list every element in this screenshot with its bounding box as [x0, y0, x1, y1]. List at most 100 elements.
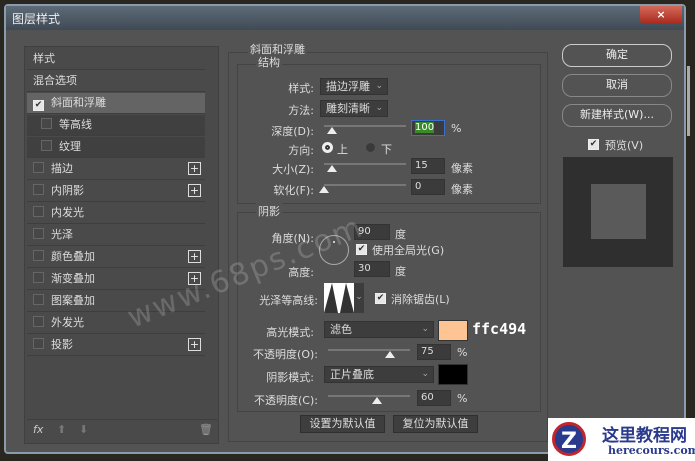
direction-up-label: 上 — [337, 143, 348, 156]
fx-button[interactable]: fx — [33, 423, 43, 436]
sidebar-item-label: 光泽 — [51, 228, 73, 241]
style-preview — [563, 157, 673, 267]
sidebar-item-label: 等高线 — [59, 118, 92, 131]
highlight-opacity-unit: % — [457, 346, 468, 359]
highlight-hex-annotation: ffc494 — [472, 320, 527, 338]
style-select[interactable]: 描边浮雕 ⌄ — [320, 78, 388, 95]
add-effect-icon[interactable]: + — [188, 184, 201, 197]
soften-slider-thumb[interactable] — [319, 186, 329, 193]
shadow-opacity-label: 不透明度(C): — [254, 394, 318, 407]
size-unit: 像素 — [451, 162, 473, 175]
logo-text-cn: 这里教程网 — [602, 426, 687, 446]
highlight-opacity-input[interactable]: 75 — [417, 344, 451, 360]
gloss-contour-label: 光泽等高线: — [259, 294, 318, 307]
size-label: 大小(Z): — [272, 163, 314, 176]
logo-z-icon: Z — [552, 422, 586, 456]
angle-unit: 度 — [395, 228, 406, 241]
direction-down-label: 下 — [381, 143, 392, 156]
sidebar-item[interactable]: 投影 + — [27, 335, 205, 356]
direction-down-radio[interactable] — [365, 142, 376, 153]
gloss-contour-preview[interactable] — [324, 283, 354, 313]
reset-default-button[interactable]: 复位为默认值 — [393, 415, 478, 433]
size-slider-thumb[interactable] — [327, 165, 338, 172]
sidebar-item-checkbox[interactable] — [33, 316, 44, 327]
antialias-label: 消除锯齿(L) — [391, 293, 450, 306]
sidebar-item-checkbox[interactable] — [33, 250, 44, 261]
sidebar-item[interactable]: 纹理 — [27, 137, 205, 158]
sidebar-item[interactable]: 内阴影 + — [27, 181, 205, 202]
sidebar-item-checkbox[interactable] — [33, 272, 44, 283]
shadow-color-swatch[interactable] — [438, 364, 468, 385]
sidebar-item[interactable]: 等高线 — [27, 115, 205, 136]
shadow-opacity-input[interactable]: 60 — [417, 390, 451, 406]
cancel-button[interactable]: 取消 — [562, 74, 672, 97]
sidebar-item-label: 外发光 — [51, 316, 84, 329]
move-down-icon[interactable]: ⬇ — [79, 423, 88, 436]
add-effect-icon[interactable]: + — [188, 162, 201, 175]
shadow-mode-label: 阴影模式: — [266, 371, 314, 384]
sidebar-item[interactable]: 混合选项 — [27, 71, 205, 92]
soften-slider[interactable] — [324, 184, 406, 186]
altitude-input[interactable]: 30 — [354, 261, 390, 277]
sidebar-item[interactable]: 内发光 — [27, 203, 205, 224]
sidebar-item-checkbox[interactable] — [33, 294, 44, 305]
sidebar-item[interactable]: 样式 — [27, 49, 205, 70]
soften-unit: 像素 — [451, 183, 473, 196]
sidebar-item[interactable]: ✔ 斜面和浮雕 — [27, 93, 205, 114]
sidebar-item-label: 内发光 — [51, 206, 84, 219]
sidebar-item-checkbox[interactable]: ✔ — [33, 100, 44, 111]
highlight-mode-select[interactable]: 滤色 ⌄ — [324, 321, 434, 338]
sidebar-item[interactable]: 光泽 — [27, 225, 205, 246]
move-up-icon[interactable]: ⬆ — [57, 423, 66, 436]
sidebar-item-checkbox[interactable] — [33, 228, 44, 239]
altitude-unit: 度 — [395, 265, 406, 278]
direction-label: 方向: — [288, 144, 314, 157]
depth-slider-thumb[interactable] — [327, 127, 338, 134]
depth-unit: % — [451, 122, 462, 135]
scrollbar[interactable] — [687, 66, 690, 136]
preview-label: 预览(V) — [605, 139, 644, 152]
antialias-checkbox[interactable]: ✔ — [375, 293, 386, 304]
highlight-opacity-thumb[interactable] — [384, 351, 395, 358]
preview-swatch — [591, 184, 646, 239]
sidebar-item-label: 颜色叠加 — [51, 250, 95, 263]
shadow-opacity-slider[interactable] — [328, 395, 410, 397]
sidebar-item-label: 描边 — [51, 162, 73, 175]
size-input[interactable]: 15 — [411, 158, 445, 174]
trash-icon[interactable]: 🗑 — [199, 423, 213, 436]
shadow-opacity-unit: % — [457, 392, 468, 405]
direction-up-radio[interactable] — [322, 142, 333, 153]
shadow-opacity-thumb[interactable] — [372, 397, 383, 404]
highlight-color-swatch[interactable] — [438, 320, 468, 341]
sidebar-item-checkbox[interactable] — [41, 140, 52, 151]
sidebar-item[interactable]: 描边 + — [27, 159, 205, 180]
highlight-mode-label: 高光模式: — [266, 326, 314, 339]
technique-label: 方法: — [288, 104, 314, 117]
ok-button[interactable]: 确定 — [562, 44, 672, 67]
highlight-opacity-label: 不透明度(O): — [253, 348, 318, 361]
sidebar-item-checkbox[interactable] — [41, 118, 52, 129]
close-button[interactable]: × — [640, 6, 682, 24]
style-list: 样式 混合选项 ✔ 斜面和浮雕 等高线 纹理 描边 + 内阴影 + 内发光 光泽 颜色叠加 + 渐变叠加 + 图… — [24, 46, 219, 444]
sidebar-item-checkbox[interactable] — [33, 338, 44, 349]
shadow-mode-select[interactable]: 正片叠底 ⌄ — [324, 366, 434, 383]
sidebar-item-label: 内阴影 — [51, 184, 84, 197]
highlight-opacity-slider[interactable] — [328, 349, 410, 351]
title-bar[interactable]: 图层样式 × — [6, 6, 684, 30]
sidebar-item-label: 投影 — [51, 338, 73, 351]
preview-checkbox[interactable]: ✔ — [588, 139, 599, 150]
make-default-button[interactable]: 设置为默认值 — [300, 415, 385, 433]
new-style-button[interactable]: 新建样式(W)... — [562, 104, 672, 127]
style-list-footer: fx ⬆ ⬇ 🗑 — [27, 419, 217, 441]
sidebar-item-checkbox[interactable] — [33, 184, 44, 195]
sidebar-item-checkbox[interactable] — [33, 206, 44, 217]
soften-input[interactable]: 0 — [411, 179, 445, 195]
add-effect-icon[interactable]: + — [188, 338, 201, 351]
sidebar-item-checkbox[interactable] — [33, 162, 44, 173]
add-effect-icon[interactable]: + — [188, 250, 201, 263]
depth-input[interactable]: 100 — [411, 120, 445, 136]
sidebar-item-label: 图案叠加 — [51, 294, 95, 307]
gloss-contour-dropdown[interactable]: ⌄ — [354, 283, 364, 313]
sidebar-item[interactable]: 颜色叠加 + — [27, 247, 205, 268]
technique-select[interactable]: 雕刻清晰 ⌄ — [320, 100, 388, 117]
